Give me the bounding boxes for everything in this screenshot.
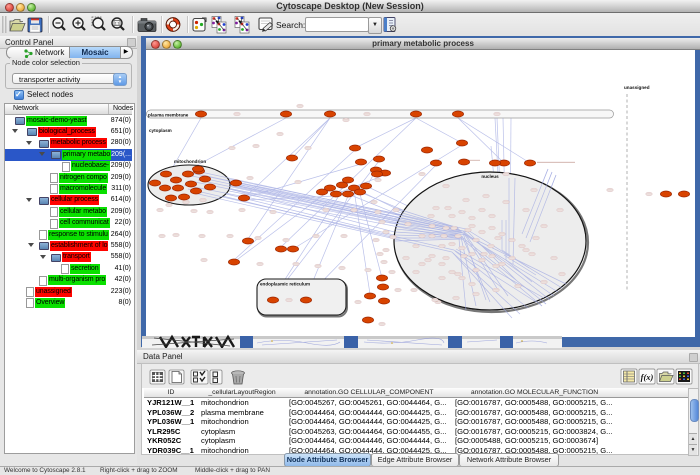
svg-text:cytoplasm: cytoplasm [149,128,172,133]
svg-text:plasma membrane: plasma membrane [148,112,189,117]
svg-text:mitochondrion: mitochondrion [174,159,206,164]
svg-text:1:1: 1:1 [115,22,120,26]
svg-text:f(x): f(x) [641,372,654,382]
svg-text:unassigned: unassigned [624,85,650,90]
svg-text:endoplasmic reticulum: endoplasmic reticulum [260,282,310,287]
svg-text:nucleus: nucleus [481,174,499,179]
